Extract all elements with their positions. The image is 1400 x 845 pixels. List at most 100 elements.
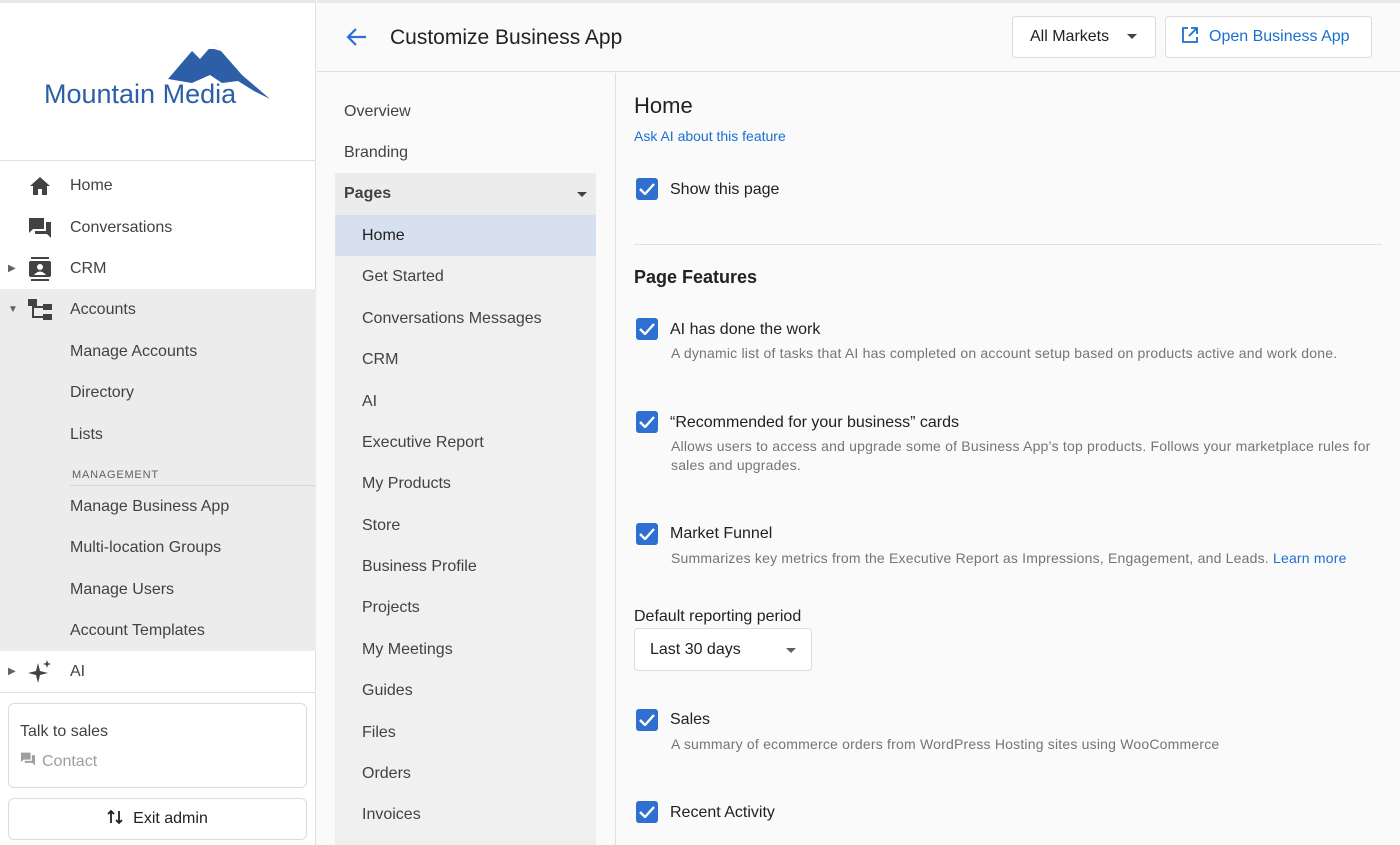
- market-select[interactable]: All Markets: [1012, 16, 1156, 58]
- page-item-business-profile[interactable]: Business Profile: [335, 546, 596, 587]
- dropdown-arrow-icon: [577, 192, 587, 197]
- chevron-down-icon[interactable]: ▼: [8, 304, 18, 315]
- page-item-conversations-messages[interactable]: Conversations Messages: [335, 298, 596, 339]
- back-arrow-icon[interactable]: [345, 25, 369, 54]
- feature-label: AI has done the work: [670, 321, 821, 338]
- sidebar-item-conversations[interactable]: Conversations: [0, 207, 316, 248]
- sidebar-item-label: Manage Users: [70, 580, 175, 598]
- swap-icon: [107, 809, 123, 830]
- feature-description-text: Summarizes key metrics from the Executiv…: [671, 550, 1269, 566]
- subnav-pages-list: Home Get Started Conversations Messages …: [335, 215, 596, 845]
- page-item-invoices[interactable]: Invoices: [335, 794, 596, 835]
- market-select-value: All Markets: [1030, 28, 1110, 45]
- section-title: Home: [634, 93, 693, 118]
- feature-description: A dynamic list of tasks that AI has comp…: [671, 345, 1338, 361]
- page-item-my-products[interactable]: My Products: [335, 463, 596, 504]
- show-page-checkbox[interactable]: [636, 178, 658, 200]
- sidebar-item-directory[interactable]: Directory: [0, 372, 316, 413]
- reporting-period-label: Default reporting period: [634, 608, 802, 625]
- talk-to-sales-card: Talk to sales Contact: [8, 703, 307, 788]
- talk-to-sales-title: Talk to sales: [20, 723, 109, 740]
- sidebar-item-manage-business-app[interactable]: Manage Business App: [0, 486, 316, 527]
- checkmark-icon: [639, 323, 655, 335]
- subnav-item-overview[interactable]: Overview: [344, 103, 411, 121]
- learn-more-link[interactable]: Learn more: [1273, 550, 1347, 566]
- open-business-app-label: Open Business App: [1209, 28, 1350, 45]
- feature-label: Sales: [670, 711, 711, 728]
- subnav-pages-header[interactable]: Pages: [335, 173, 596, 215]
- feature-description: A summary of ecommerce orders from WordP…: [671, 736, 1220, 752]
- feature-description: Summarizes key metrics from the Executiv…: [671, 549, 1376, 568]
- page-features-title: Page Features: [634, 267, 758, 287]
- dropdown-arrow-icon: [1127, 34, 1137, 39]
- page-item-home[interactable]: Home: [335, 215, 596, 256]
- checkmark-icon: [639, 806, 655, 818]
- page-item-orders[interactable]: Orders: [335, 753, 596, 794]
- sidebar-item-label: Manage Accounts: [70, 342, 198, 360]
- hierarchy-icon: [28, 298, 52, 322]
- page-item-files[interactable]: Files: [335, 712, 596, 753]
- sidebar-item-label: Directory: [70, 383, 135, 401]
- sidebar-item-label: Home: [70, 176, 113, 194]
- sidebar-item-crm[interactable]: ▶ CRM: [0, 248, 316, 289]
- page-item-get-started[interactable]: Get Started: [335, 256, 596, 297]
- contact-label: Contact: [42, 752, 98, 770]
- feature-checkbox-market-funnel[interactable]: [636, 523, 658, 545]
- external-link-icon: [1181, 26, 1199, 49]
- sparkle-icon: [28, 659, 52, 684]
- feature-checkbox-sales[interactable]: [636, 709, 658, 731]
- mountain-logo-icon: Mountain Media: [44, 43, 270, 109]
- sidebar-item-home[interactable]: Home: [0, 165, 316, 206]
- show-page-label: Show this page: [670, 181, 780, 198]
- sidebar-item-label: Multi-location Groups: [70, 538, 222, 556]
- sidebar-item-manage-users[interactable]: Manage Users: [0, 569, 316, 610]
- brand-logo[interactable]: Mountain Media: [0, 3, 315, 161]
- feature-checkbox-recent-activity[interactable]: [636, 801, 658, 823]
- exit-admin-button[interactable]: Exit admin: [8, 798, 307, 840]
- page-item-store[interactable]: Store: [335, 505, 596, 546]
- sidebar-item-manage-accounts[interactable]: Manage Accounts: [0, 331, 316, 372]
- reporting-period-select[interactable]: Last 30 days: [634, 628, 812, 671]
- checkmark-icon: [639, 528, 655, 540]
- sidebar-item-lists[interactable]: Lists: [0, 414, 316, 455]
- sidebar-item-ai[interactable]: ▶ AI: [0, 651, 316, 692]
- page-item-guides[interactable]: Guides: [335, 670, 596, 711]
- open-business-app-button[interactable]: Open Business App: [1165, 16, 1372, 58]
- feature-checkbox-recommended-cards[interactable]: [636, 411, 658, 433]
- section-divider: [634, 244, 1382, 245]
- dropdown-arrow-icon: [786, 648, 796, 653]
- contact-link[interactable]: Contact: [20, 752, 97, 771]
- page-item-executive-report[interactable]: Executive Report: [335, 422, 596, 463]
- page-title: Customize Business App: [390, 26, 623, 49]
- subnav-item-branding[interactable]: Branding: [344, 144, 408, 162]
- sidebar-item-label: Conversations: [70, 218, 173, 236]
- sidebar: Mountain Media Home Conversations ▶ CRM …: [0, 0, 316, 845]
- feature-checkbox-ai-work[interactable]: [636, 318, 658, 340]
- sidebar-item-label: Lists: [70, 425, 103, 443]
- chevron-right-icon[interactable]: ▶: [8, 666, 16, 677]
- feature-label: Market Funnel: [670, 525, 773, 542]
- chat-icon: [20, 752, 36, 771]
- chevron-right-icon[interactable]: ▶: [8, 263, 16, 274]
- reporting-period-value: Last 30 days: [650, 640, 741, 658]
- page-item-ai[interactable]: AI: [335, 381, 596, 422]
- sidebar-item-account-templates[interactable]: Account Templates: [0, 610, 316, 651]
- management-section-label: MANAGEMENT: [72, 469, 159, 481]
- checkmark-icon: [639, 183, 655, 195]
- home-icon: [28, 174, 52, 198]
- sidebar-item-label: Account Templates: [70, 621, 205, 639]
- sidebar-item-accounts[interactable]: ▼ Accounts: [0, 289, 316, 330]
- feature-description: Allows users to access and upgrade some …: [671, 438, 1371, 473]
- sidebar-item-label: Manage Business App: [70, 497, 230, 515]
- page-item-projects[interactable]: Projects: [335, 587, 596, 628]
- page-item-crm[interactable]: CRM: [335, 339, 596, 380]
- checkmark-icon: [639, 714, 655, 726]
- feature-label: “Recommended for your business” cards: [670, 414, 960, 431]
- exit-admin-label: Exit admin: [133, 810, 208, 827]
- sidebar-item-label: CRM: [70, 259, 107, 277]
- page-item-my-meetings[interactable]: My Meetings: [335, 629, 596, 670]
- sidebar-item-multi-location-groups[interactable]: Multi-location Groups: [0, 527, 316, 568]
- sidebar-item-label: Accounts: [70, 300, 136, 318]
- contacts-icon: [28, 256, 52, 281]
- ask-ai-link[interactable]: Ask AI about this feature: [634, 128, 786, 144]
